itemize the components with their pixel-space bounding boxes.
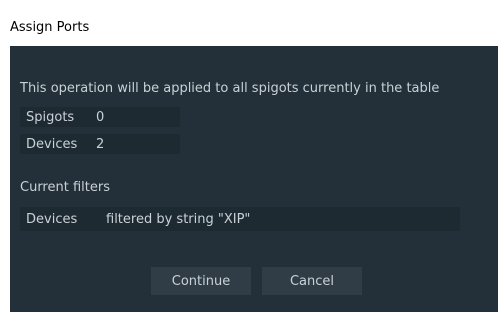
cancel-button[interactable]: Cancel: [262, 267, 362, 295]
filter-row-devices: Devices filtered by string "XIP": [20, 207, 460, 231]
operation-message: This operation will be applied to all sp…: [20, 81, 440, 96]
title-bar: Assign Ports: [0, 0, 498, 46]
spigots-label: Spigots: [26, 109, 75, 125]
assign-ports-dialog: Assign Ports This operation will be appl…: [0, 0, 498, 312]
continue-button[interactable]: Continue: [151, 267, 251, 295]
filter-value: filtered by string "XIP": [106, 211, 251, 227]
dialog-body: This operation will be applied to all sp…: [10, 46, 498, 312]
spigots-value: 0: [96, 109, 105, 125]
spigots-count-row: Spigots 0: [20, 107, 180, 127]
devices-label: Devices: [26, 136, 78, 152]
current-filters-heading: Current filters: [20, 180, 110, 195]
window-title: Assign Ports: [10, 20, 90, 35]
devices-count-row: Devices 2: [20, 134, 180, 154]
devices-value: 2: [96, 136, 105, 152]
filter-label: Devices: [26, 211, 78, 227]
